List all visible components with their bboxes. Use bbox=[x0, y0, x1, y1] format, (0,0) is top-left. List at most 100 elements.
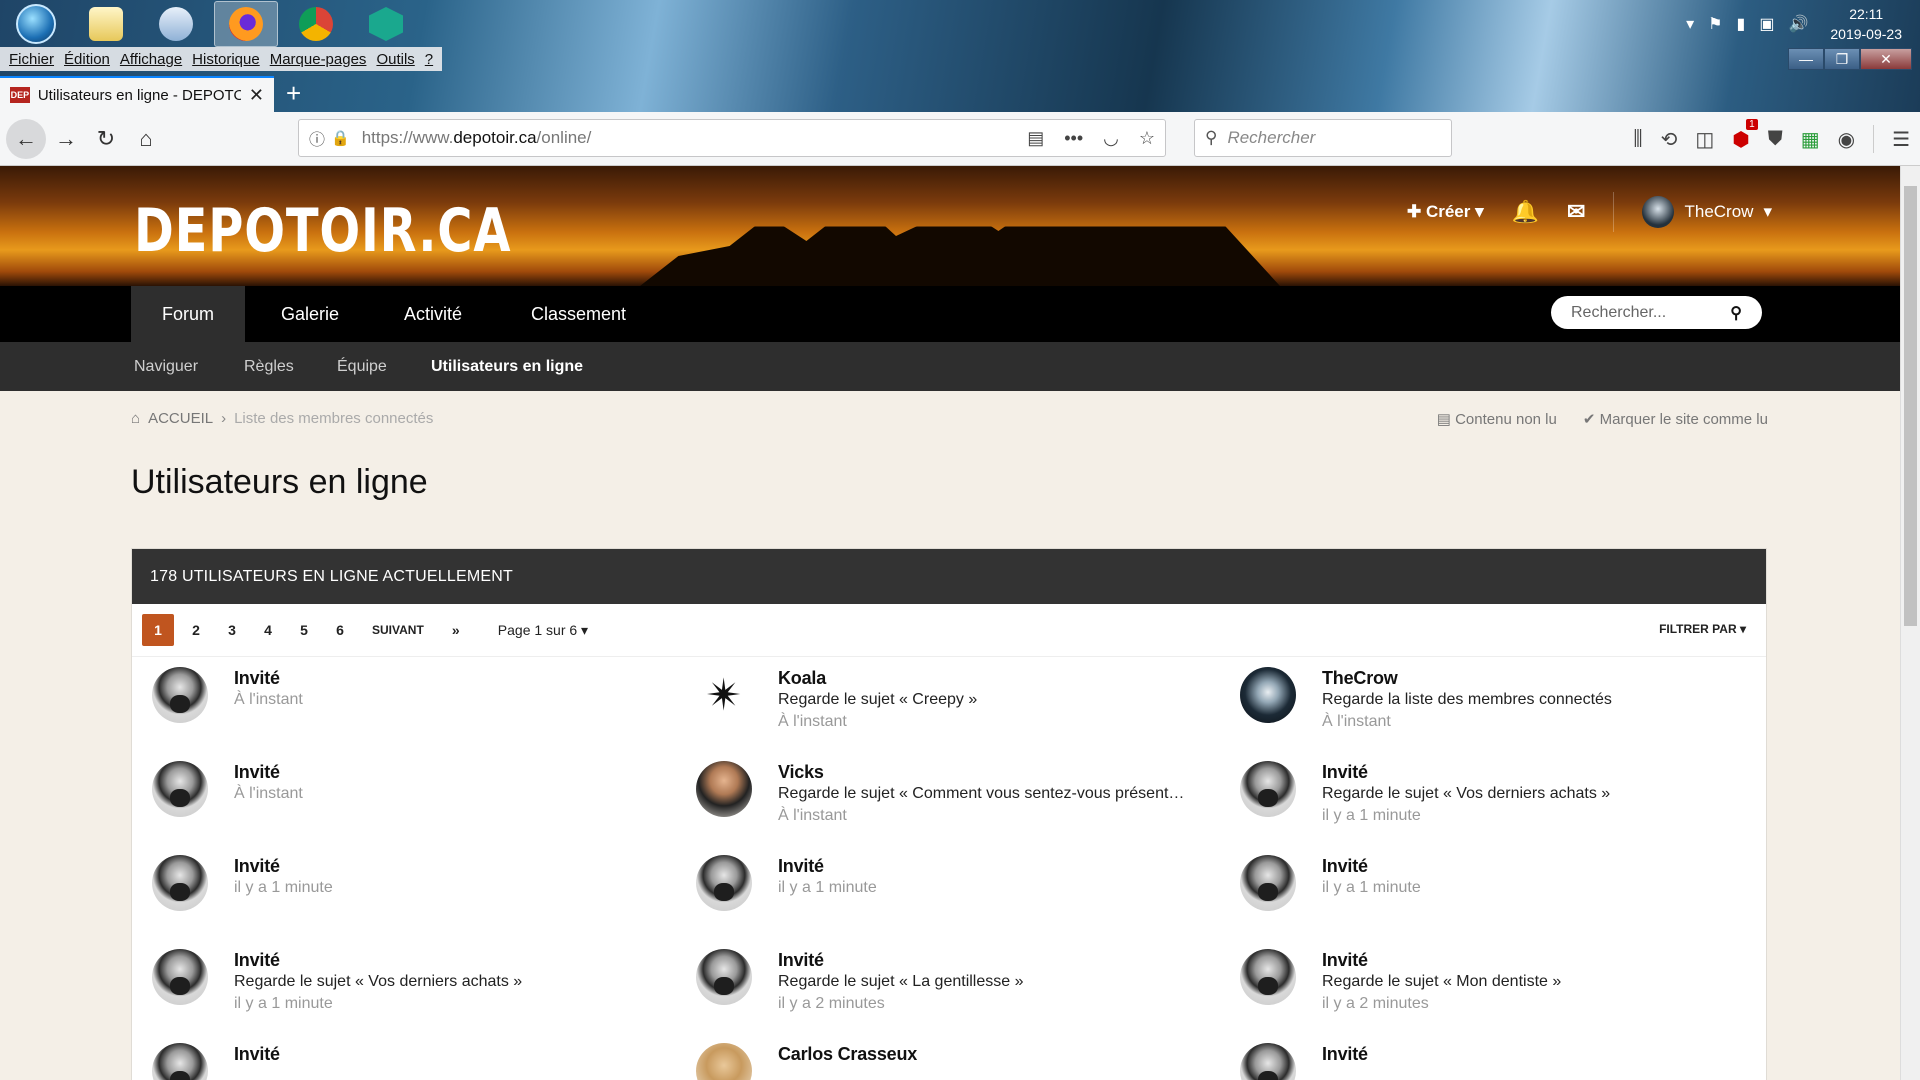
menu-edition[interactable]: Édition bbox=[59, 51, 115, 68]
page-1[interactable]: 1 bbox=[142, 614, 174, 646]
breadcrumb-home[interactable]: ACCUEIL bbox=[148, 410, 213, 427]
member-name[interactable]: Invité bbox=[234, 667, 303, 689]
member-name[interactable]: Koala bbox=[778, 667, 977, 689]
member-name[interactable]: Invité bbox=[1322, 761, 1610, 783]
next-page-button[interactable]: SUIVANT bbox=[358, 614, 438, 646]
member-activity[interactable]: Regarde le sujet « Mon dentiste » bbox=[1322, 971, 1561, 993]
site-search-input[interactable]: Rechercher... ⚲ bbox=[1551, 296, 1762, 329]
nav-galerie[interactable]: Galerie bbox=[281, 286, 339, 342]
page-scrollbar[interactable] bbox=[1900, 166, 1920, 1080]
member-avatar[interactable] bbox=[152, 667, 208, 723]
menu-historique[interactable]: Historique bbox=[187, 51, 265, 68]
ublock-icon[interactable]: ⬢ 1 bbox=[1732, 118, 1758, 152]
network-icon[interactable]: ▣ bbox=[1759, 14, 1774, 34]
member-name[interactable]: Invité bbox=[234, 949, 522, 971]
member-activity[interactable]: Regarde le sujet « Comment vous sentez-v… bbox=[778, 783, 1188, 805]
member-name[interactable]: Invité bbox=[778, 855, 877, 877]
shield-icon[interactable]: ⛊ bbox=[1768, 128, 1783, 151]
member-avatar[interactable] bbox=[696, 761, 752, 817]
member-name[interactable]: Invité bbox=[234, 855, 333, 877]
menu-affichage[interactable]: Affichage bbox=[115, 51, 187, 68]
member-name[interactable]: Invité bbox=[234, 761, 303, 783]
member-avatar[interactable] bbox=[1240, 1043, 1296, 1080]
member-avatar[interactable] bbox=[696, 949, 752, 1005]
member-avatar[interactable]: ✴ bbox=[696, 667, 752, 723]
member-name[interactable]: Invité bbox=[234, 1043, 280, 1065]
subnav-equipe[interactable]: Équipe bbox=[337, 342, 387, 391]
user-menu[interactable]: TheCrow ▾ bbox=[1642, 196, 1772, 228]
subnav-regles[interactable]: Règles bbox=[244, 342, 294, 391]
taskbar-explorer[interactable] bbox=[74, 1, 138, 47]
battery-icon[interactable]: ▮ bbox=[1737, 14, 1746, 34]
member-name[interactable]: Invité bbox=[1322, 1043, 1368, 1065]
member-activity[interactable]: Regarde le sujet « La gentillesse » bbox=[778, 971, 1024, 993]
tab-active[interactable]: DEP Utilisateurs en ligne - DEPOTOIR.CA … bbox=[0, 76, 274, 112]
clock[interactable]: 22:11 2019-09-23 bbox=[1830, 4, 1902, 44]
member-name[interactable]: Vicks bbox=[778, 761, 1188, 783]
sidebar-icon[interactable]: ◫ bbox=[1695, 127, 1714, 152]
flag-icon[interactable]: ⚑ bbox=[1708, 14, 1722, 34]
page-jump-select[interactable]: Page 1 sur 6 ▾ bbox=[498, 622, 588, 639]
member-avatar[interactable] bbox=[1240, 855, 1296, 911]
url-bar[interactable]: ⓘ 🔒 https://www.depotoir.ca/online/ ▤ ••… bbox=[298, 119, 1166, 157]
member-avatar[interactable] bbox=[1240, 667, 1296, 723]
start-button[interactable] bbox=[4, 1, 68, 47]
pocket-icon[interactable]: ◡ bbox=[1103, 128, 1119, 149]
member-avatar[interactable] bbox=[152, 761, 208, 817]
menu-marque-pages[interactable]: Marque-pages bbox=[265, 51, 372, 68]
hamburger-menu-icon[interactable]: ☰ bbox=[1892, 127, 1910, 152]
member-name[interactable]: Invité bbox=[1322, 855, 1421, 877]
page-2[interactable]: 2 bbox=[178, 614, 214, 646]
filter-button[interactable]: FILTRER PAR ▾ bbox=[1659, 622, 1746, 636]
minimize-button[interactable]: — bbox=[1788, 48, 1824, 70]
history-icon[interactable]: ⟲ bbox=[1661, 127, 1678, 152]
member-avatar[interactable] bbox=[152, 949, 208, 1005]
member-name[interactable]: Carlos Crasseux bbox=[778, 1043, 917, 1065]
page-3[interactable]: 3 bbox=[214, 614, 250, 646]
member-avatar[interactable] bbox=[1240, 949, 1296, 1005]
mark-site-read-link[interactable]: ✔ Marquer le site comme lu bbox=[1583, 410, 1768, 428]
taskbar-mail[interactable] bbox=[144, 1, 208, 47]
home-button[interactable]: ⌂ bbox=[126, 119, 166, 159]
member-activity[interactable]: Regarde le sujet « Vos derniers achats » bbox=[234, 971, 522, 993]
forward-button[interactable]: → bbox=[46, 119, 86, 159]
member-avatar[interactable] bbox=[152, 1043, 208, 1080]
browser-search-bar[interactable]: ⚲ Rechercher bbox=[1194, 119, 1452, 157]
account-icon[interactable]: ◉ bbox=[1838, 127, 1855, 152]
page-5[interactable]: 5 bbox=[286, 614, 322, 646]
tab-close-icon[interactable]: ✕ bbox=[249, 85, 264, 106]
menu-outils[interactable]: Outils bbox=[371, 51, 419, 68]
site-logo[interactable]: DEPOTOIR.CA bbox=[134, 196, 511, 266]
last-page-button[interactable]: » bbox=[438, 614, 474, 646]
member-avatar[interactable] bbox=[696, 855, 752, 911]
create-button[interactable]: ✚ Créer ▾ bbox=[1407, 202, 1484, 222]
subnav-naviguer[interactable]: Naviguer bbox=[134, 342, 198, 391]
taskbar-firefox[interactable] bbox=[214, 1, 278, 47]
nav-forum[interactable]: Forum bbox=[131, 286, 246, 342]
member-activity[interactable]: Regarde la liste des membres connectés bbox=[1322, 689, 1612, 711]
back-button[interactable]: ← bbox=[6, 118, 46, 159]
restore-button[interactable]: ❐ bbox=[1824, 48, 1860, 70]
notifications-bell-icon[interactable]: 🔔 bbox=[1512, 199, 1539, 225]
member-name[interactable]: Invité bbox=[778, 949, 1024, 971]
page-actions-icon[interactable]: ••• bbox=[1064, 128, 1083, 149]
close-window-button[interactable]: ✕ bbox=[1860, 48, 1912, 70]
unread-content-link[interactable]: ▤ Contenu non lu bbox=[1437, 410, 1557, 428]
member-activity[interactable]: Regarde le sujet « Vos derniers achats » bbox=[1322, 783, 1610, 805]
page-4[interactable]: 4 bbox=[250, 614, 286, 646]
subnav-utilisateurs-en-ligne[interactable]: Utilisateurs en ligne bbox=[431, 342, 583, 391]
page-6[interactable]: 6 bbox=[322, 614, 358, 646]
bookmark-star-icon[interactable]: ☆ bbox=[1139, 128, 1155, 149]
messages-envelope-icon[interactable]: ✉ bbox=[1567, 199, 1585, 225]
scrollbar-thumb[interactable] bbox=[1904, 186, 1917, 626]
menu-fichier[interactable]: Fichier bbox=[4, 51, 59, 68]
reader-view-icon[interactable]: ▤ bbox=[1027, 128, 1044, 149]
volume-icon[interactable]: 🔊 bbox=[1788, 14, 1808, 34]
member-activity[interactable]: Regarde le sujet « Creepy » bbox=[778, 689, 977, 711]
library-icon[interactable]: ⫼ bbox=[1633, 128, 1642, 151]
extension-green-icon[interactable]: ▦ bbox=[1801, 127, 1820, 152]
nav-classement[interactable]: Classement bbox=[531, 286, 626, 342]
site-search-icon[interactable]: ⚲ bbox=[1730, 303, 1742, 323]
info-icon[interactable]: ⓘ bbox=[309, 126, 325, 150]
member-avatar[interactable] bbox=[696, 1043, 752, 1080]
